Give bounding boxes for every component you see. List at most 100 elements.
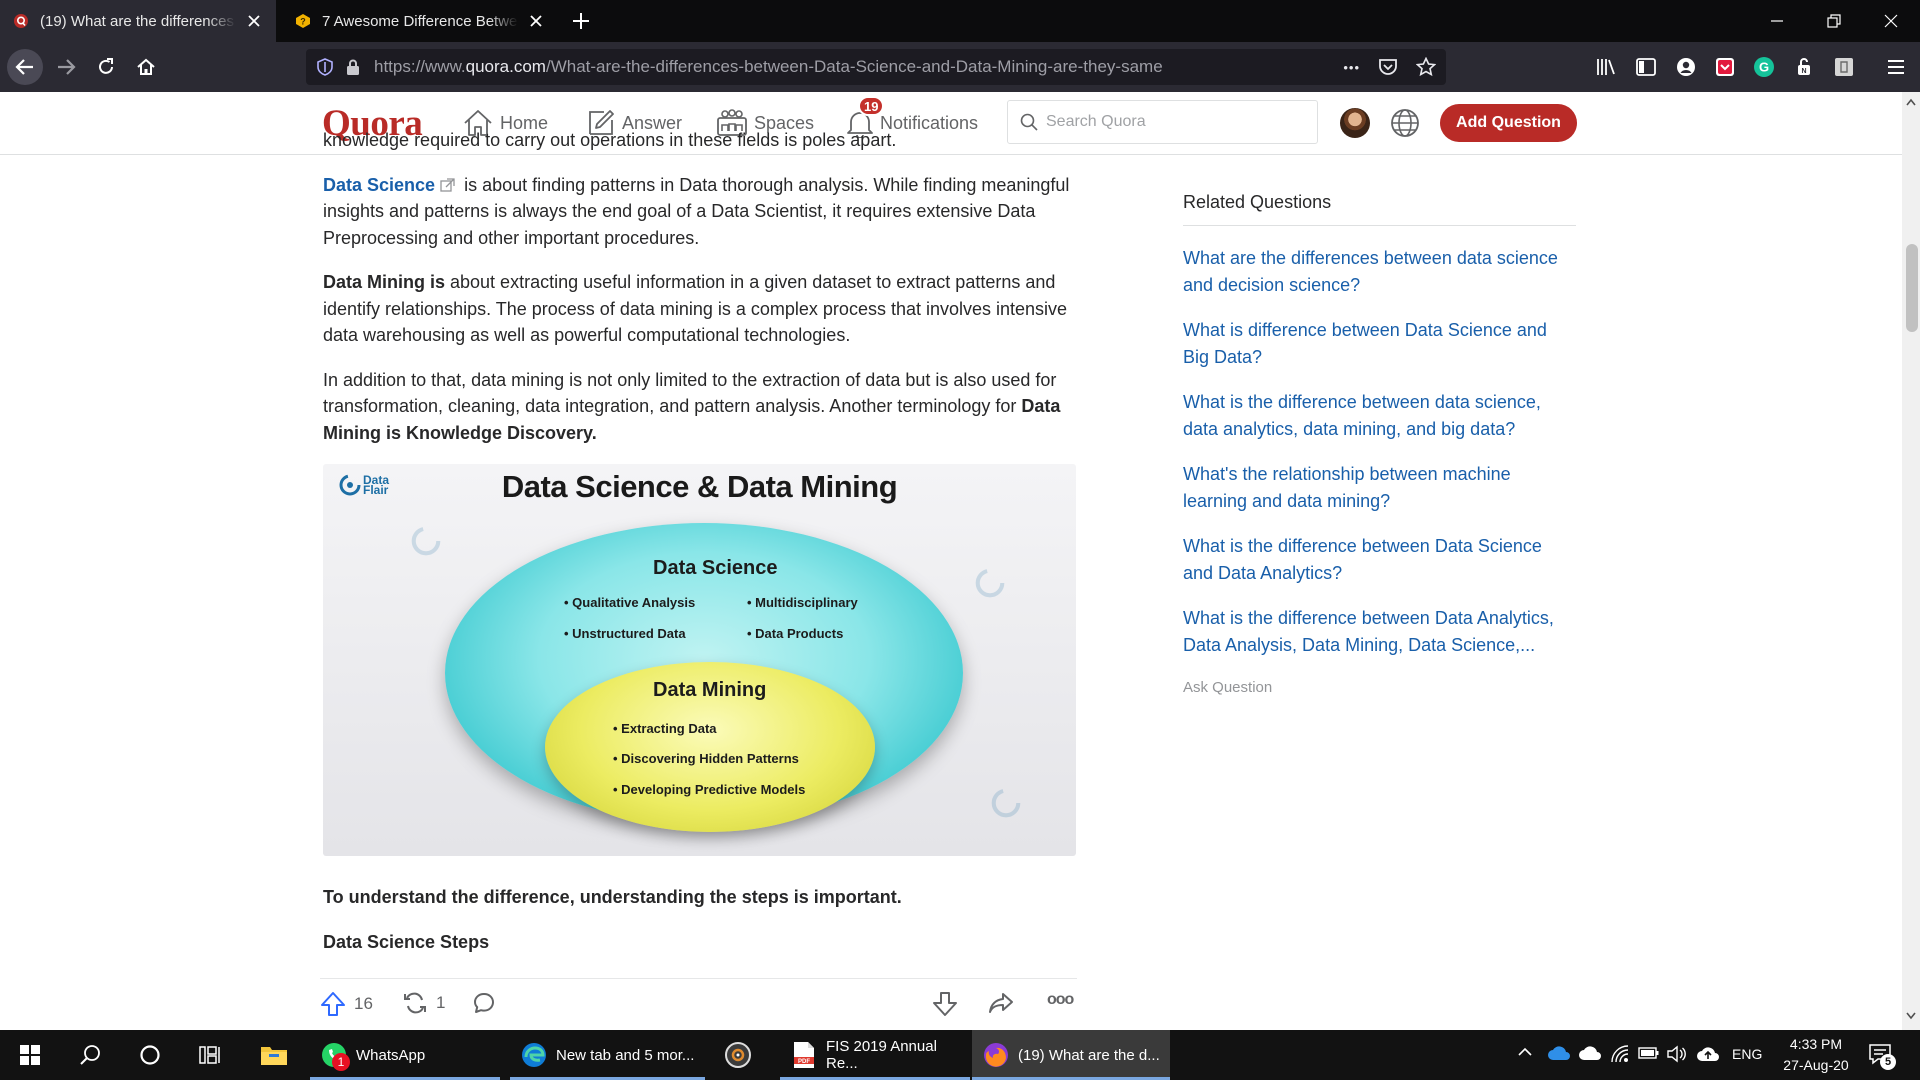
related-question-link[interactable]: What is the difference between data scie… xyxy=(1183,389,1576,442)
related-question-link[interactable]: What's the relationship between machine … xyxy=(1183,461,1576,514)
page-actions-icon[interactable]: ••• xyxy=(1343,60,1360,75)
onedrive-personal-cloud-icon[interactable] xyxy=(1578,1045,1602,1061)
input-language-indicator[interactable]: ENG xyxy=(1732,1046,1762,1062)
whatsapp-badge: 1 xyxy=(332,1053,350,1071)
tray-chevron-up-icon[interactable] xyxy=(1518,1047,1532,1057)
library-icon[interactable] xyxy=(1594,55,1618,79)
paragraph-data-science: Data Science is about finding patterns i… xyxy=(323,172,1080,252)
user-avatar[interactable] xyxy=(1340,108,1370,138)
forward-arrow-icon[interactable] xyxy=(48,49,84,85)
url-prefix: https://www. xyxy=(374,57,466,76)
action-center-icon[interactable]: 5 xyxy=(1868,1042,1896,1070)
pocket-icon[interactable] xyxy=(1378,58,1398,76)
ask-question-link[interactable]: Ask Question xyxy=(1183,679,1576,696)
bullet-qualitative-analysis: • Qualitative Analysis xyxy=(564,595,696,610)
svg-text:?: ? xyxy=(300,17,306,27)
wifi-icon[interactable] xyxy=(1610,1044,1630,1064)
url-text[interactable]: https://www.quora.com/What-are-the-diffe… xyxy=(374,57,1343,77)
related-question-link[interactable]: What is the difference between Data Scie… xyxy=(1183,533,1576,586)
svg-text:N: N xyxy=(1801,68,1806,75)
hamburger-menu-icon[interactable] xyxy=(1884,55,1908,79)
scrollbar-thumb[interactable] xyxy=(1906,244,1918,332)
data-science-link[interactable]: Data Science xyxy=(323,175,435,195)
data-science-mining-diagram[interactable]: Data Flair Data Science & Data Mining Da… xyxy=(323,464,1076,856)
taskbar-app-firefox[interactable]: (19) What are the d... xyxy=(972,1030,1170,1080)
related-question-link[interactable]: What is difference between Data Science … xyxy=(1183,317,1576,370)
back-arrow-icon[interactable] xyxy=(7,49,43,85)
close-tab-icon[interactable] xyxy=(244,11,264,31)
clock-time: 4:33 PM xyxy=(1789,1036,1843,1052)
tab-dataflair[interactable]: ? 7 Awesome Difference Between Data Scie… xyxy=(282,0,558,42)
scroll-down-arrow-icon[interactable] xyxy=(1906,1012,1916,1020)
downvote-button[interactable] xyxy=(932,991,966,1017)
battery-icon[interactable] xyxy=(1638,1046,1660,1060)
file-explorer-icon[interactable] xyxy=(250,1030,298,1080)
svg-text:G: G xyxy=(1759,60,1769,75)
media-player-icon xyxy=(724,1041,752,1069)
onedrive-cloud-icon[interactable] xyxy=(1547,1045,1571,1061)
action-center-count: 5 xyxy=(1880,1054,1896,1070)
more-options-button[interactable]: ooo xyxy=(1047,991,1074,1009)
add-question-button[interactable]: Add Question xyxy=(1440,104,1577,142)
related-question-link[interactable]: What is the difference between Data Anal… xyxy=(1183,605,1576,658)
tab-quora[interactable]: (19) What are the differences between Da… xyxy=(0,0,276,42)
paragraph-knowledge-discovery: In addition to that, data mining is not … xyxy=(323,367,1080,447)
taskbar-app-media[interactable] xyxy=(714,1030,774,1080)
notification-count-badge: 19 xyxy=(858,96,885,116)
edge-browser-icon xyxy=(520,1041,548,1069)
globe-language-icon[interactable] xyxy=(1389,107,1421,139)
sidebar-toggle-icon[interactable] xyxy=(1634,55,1658,79)
search-input[interactable] xyxy=(1046,113,1296,131)
close-tab-icon[interactable] xyxy=(526,11,546,31)
extension-icon[interactable]: N xyxy=(1792,55,1816,79)
watermark-logo-icon xyxy=(975,568,1005,598)
url-domain: quora.com xyxy=(465,57,546,76)
more-options-icon: ooo xyxy=(1047,991,1074,1008)
related-questions-panel: Related Questions What are the differenc… xyxy=(1183,192,1576,696)
taskbar-app-pdf[interactable]: PDF FIS 2019 Annual Re... xyxy=(780,1030,970,1080)
system-clock[interactable]: 4:33 PM 27-Aug-20 xyxy=(1766,1034,1866,1076)
taskbar-app-label: New tab and 5 mor... xyxy=(556,1046,695,1064)
paragraph-intro-tail: knowledge required to carry out operatio… xyxy=(323,130,897,150)
home-icon[interactable] xyxy=(128,49,164,85)
data-science-label: Data Science xyxy=(653,557,778,579)
heading-data-science-steps: Data Science Steps xyxy=(323,931,490,952)
task-view-icon[interactable] xyxy=(186,1030,234,1080)
cloud-upload-icon[interactable] xyxy=(1696,1045,1720,1063)
related-question-link[interactable]: What are the differences between data sc… xyxy=(1183,245,1576,298)
upvote-button[interactable]: 16 xyxy=(320,991,373,1017)
windows-start-icon[interactable] xyxy=(8,1030,52,1080)
grammarly-icon[interactable]: G xyxy=(1752,55,1776,79)
upvote-arrow-icon xyxy=(321,992,345,1016)
svg-text:PDF: PDF xyxy=(798,1059,810,1065)
pocket-extension-icon[interactable] xyxy=(1713,55,1737,79)
extension-puzzle-icon[interactable] xyxy=(1832,55,1856,79)
share-button[interactable] xyxy=(988,991,1022,1015)
whatsapp-icon: 1 xyxy=(320,1041,350,1071)
share-reshare-button[interactable]: 1 xyxy=(402,991,445,1015)
taskbar-app-whatsapp[interactable]: 1 WhatsApp xyxy=(310,1030,500,1080)
share-arrow-icon xyxy=(989,993,1013,1013)
restore-window-icon[interactable] xyxy=(1819,8,1849,34)
cortana-circle-icon[interactable] xyxy=(126,1030,174,1080)
scroll-up-arrow-icon[interactable] xyxy=(1906,98,1916,106)
minimize-window-icon[interactable] xyxy=(1762,8,1792,34)
new-tab-plus-icon[interactable] xyxy=(568,8,594,34)
data-mining-label: Data Mining xyxy=(653,679,767,701)
windows-taskbar: 1 WhatsApp New tab and 5 mor... PDF FIS … xyxy=(0,1030,1920,1080)
padlock-icon[interactable] xyxy=(346,59,360,75)
comment-bubble-icon xyxy=(474,993,494,1013)
address-bar[interactable]: https://www.quora.com/What-are-the-diffe… xyxy=(306,49,1446,85)
comment-button[interactable] xyxy=(472,991,504,1015)
taskbar-app-label: FIS 2019 Annual Re... xyxy=(826,1038,937,1072)
tracking-shield-icon[interactable] xyxy=(316,58,334,76)
bullet-unstructured-data: • Unstructured Data xyxy=(564,626,686,641)
taskbar-app-edge[interactable]: New tab and 5 mor... xyxy=(510,1030,705,1080)
search-icon[interactable] xyxy=(66,1030,114,1080)
account-icon[interactable] xyxy=(1674,55,1698,79)
bookmark-star-icon[interactable] xyxy=(1416,57,1436,77)
page-scrollbar[interactable] xyxy=(1902,92,1920,1030)
close-window-icon[interactable] xyxy=(1876,8,1906,34)
volume-speaker-icon[interactable] xyxy=(1666,1045,1686,1063)
reload-icon[interactable] xyxy=(88,49,124,85)
